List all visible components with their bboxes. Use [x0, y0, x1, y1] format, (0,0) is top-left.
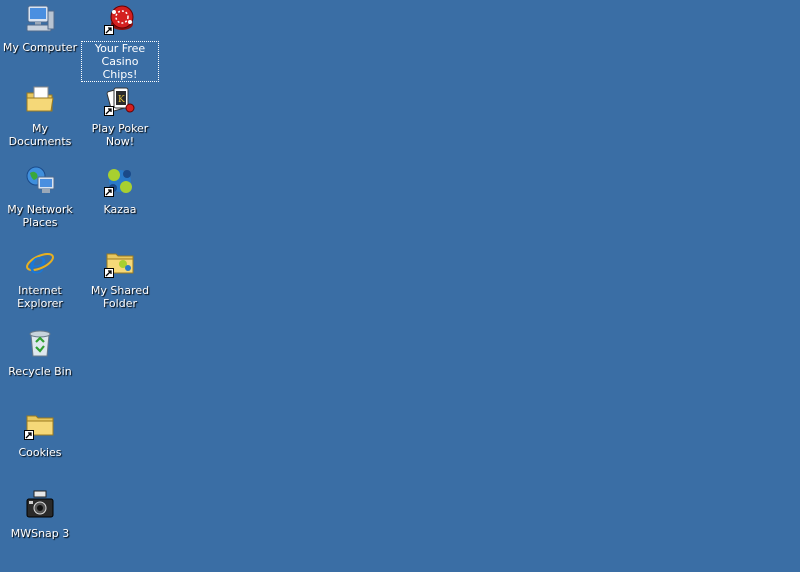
- desktop-icon-my-documents[interactable]: My Documents: [1, 81, 79, 148]
- recycle-bin-icon: [24, 327, 56, 359]
- icon-label: Recycle Bin: [8, 365, 72, 378]
- icon-label: My Computer: [2, 41, 78, 54]
- shortcut-arrow-icon: [104, 187, 114, 197]
- shared-folder-icon: [104, 246, 136, 278]
- desktop-icon-kazaa[interactable]: Kazaa: [81, 162, 159, 216]
- network-places-icon: [24, 165, 56, 197]
- icon-label: Internet Explorer: [17, 284, 63, 310]
- desktop[interactable]: My Computer Your Free Casino Chips! My D…: [0, 0, 800, 572]
- desktop-icon-play-poker[interactable]: K Play Poker Now!: [81, 81, 159, 148]
- desktop-icon-recycle-bin[interactable]: Recycle Bin: [1, 324, 79, 378]
- icon-label: MWSnap 3: [10, 527, 70, 540]
- shortcut-arrow-icon: [24, 430, 34, 440]
- desktop-icon-shared-folder[interactable]: My Shared Folder: [81, 243, 159, 310]
- desktop-icon-network-places[interactable]: My Network Places: [1, 162, 79, 229]
- svg-text:K: K: [118, 95, 125, 105]
- icon-label: Kazaa: [103, 203, 137, 216]
- icon-label: My Shared Folder: [90, 284, 150, 310]
- icon-label: Play Poker Now!: [91, 122, 149, 148]
- poker-cards-icon: K: [104, 84, 136, 116]
- desktop-icon-cookies[interactable]: Cookies: [1, 405, 79, 459]
- casino-chips-icon: [104, 3, 136, 35]
- desktop-icon-mwsnap[interactable]: MWSnap 3: [1, 486, 79, 540]
- desktop-icon-internet-explorer[interactable]: e Internet Explorer: [1, 243, 79, 310]
- kazaa-icon: [104, 165, 136, 197]
- camera-icon: [24, 489, 56, 521]
- internet-explorer-icon: e: [24, 246, 56, 278]
- shortcut-arrow-icon: [104, 268, 114, 278]
- desktop-icon-casino-chips[interactable]: Your Free Casino Chips!: [81, 0, 159, 82]
- desktop-icon-my-computer[interactable]: My Computer: [1, 0, 79, 54]
- icon-label: Your Free Casino Chips!: [81, 41, 159, 82]
- icon-label: Cookies: [18, 446, 62, 459]
- cookies-folder-icon: [24, 408, 56, 440]
- svg-text:e: e: [29, 246, 47, 278]
- shortcut-arrow-icon: [104, 106, 114, 116]
- my-computer-icon: [24, 3, 56, 35]
- my-documents-icon: [24, 84, 56, 116]
- shortcut-arrow-icon: [104, 25, 114, 35]
- icon-label: My Documents: [8, 122, 72, 148]
- icon-label: My Network Places: [7, 203, 73, 229]
